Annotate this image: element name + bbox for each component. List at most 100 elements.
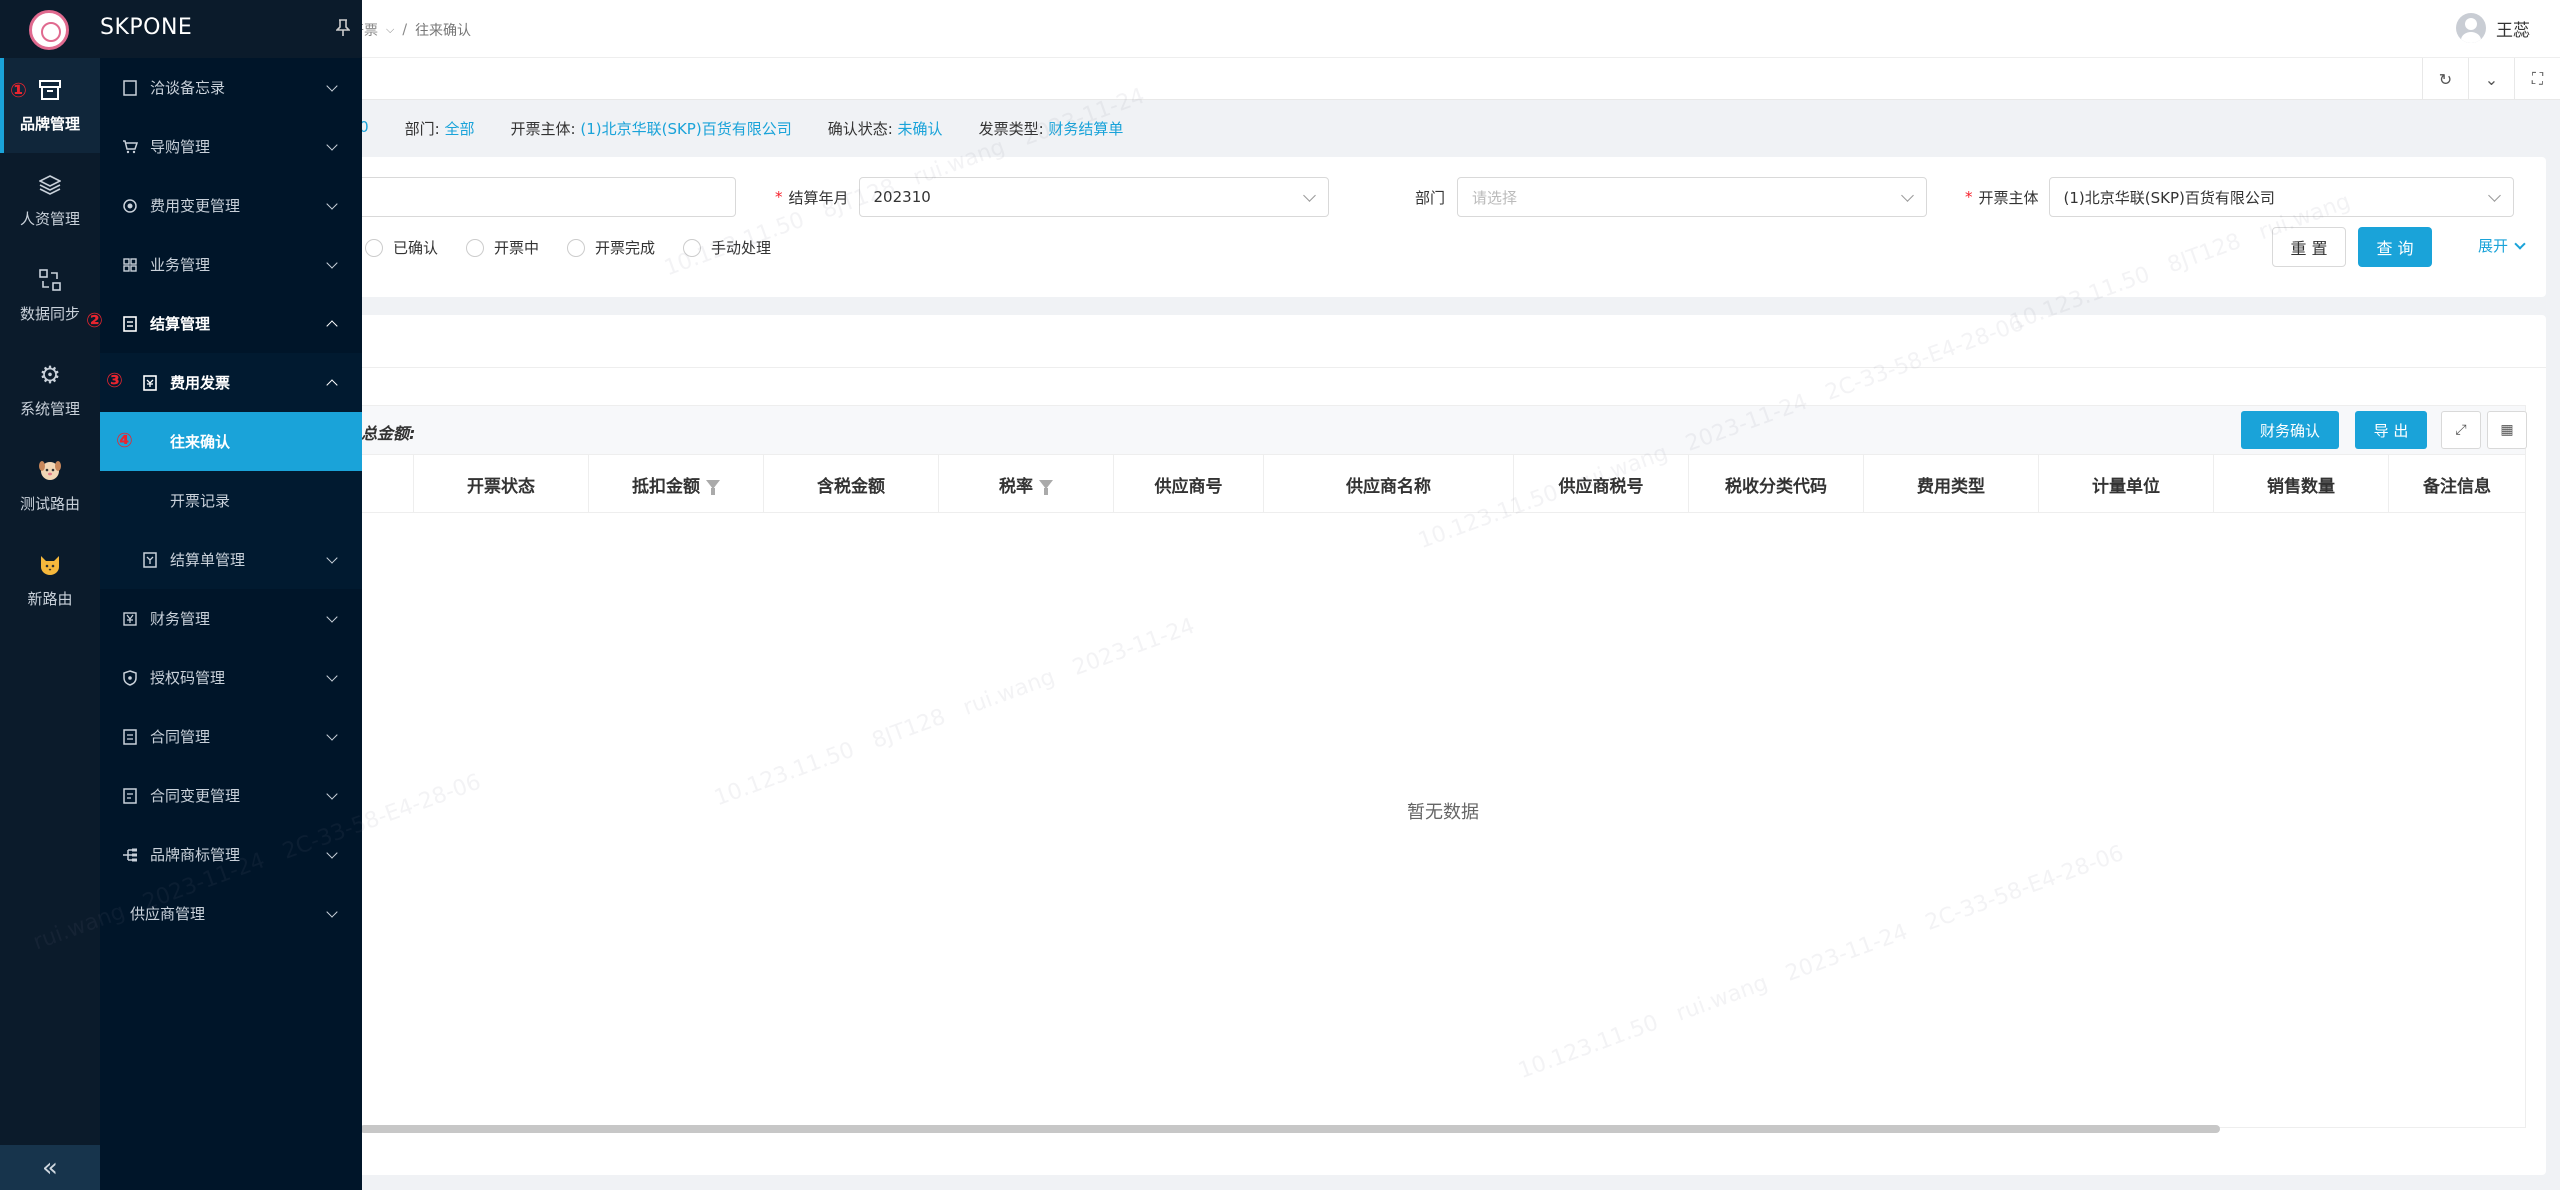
- status-radio-manual[interactable]: 手动处理: [683, 237, 771, 258]
- menu-item-auth-code[interactable]: 授权码管理: [100, 648, 362, 707]
- collapse-sidebar-icon[interactable]: «: [0, 1145, 100, 1190]
- menu-item-supplier[interactable]: 供应商管理: [100, 884, 362, 943]
- menu-item-invoice-records[interactable]: 开票记录: [100, 471, 362, 530]
- rail-item-new-route[interactable]: 新路由: [0, 533, 100, 628]
- filter-icon[interactable]: [706, 479, 720, 495]
- rail-item-hr[interactable]: 人资管理: [0, 153, 100, 248]
- search-button[interactable]: 查 询: [2358, 227, 2432, 267]
- export-button[interactable]: 导 出: [2355, 411, 2427, 449]
- grid-icon: [122, 257, 138, 273]
- status-radio-invoiced[interactable]: 开票完成: [567, 237, 655, 258]
- menu-item-shopping-guide[interactable]: 导购管理: [100, 117, 362, 176]
- entity-select[interactable]: (1)北京华联(SKP)百货有限公司: [2048, 177, 2514, 217]
- menu-item-business[interactable]: 业务管理: [100, 235, 362, 294]
- chevron-down-icon: [326, 906, 338, 918]
- chevron-down-icon: [326, 139, 338, 151]
- month-select[interactable]: 202310: [858, 177, 1329, 217]
- column-header[interactable]: 含税金额: [764, 455, 939, 513]
- rail-item-system[interactable]: ⚙ 系统管理: [0, 343, 100, 438]
- column-header[interactable]: 费用类型: [1864, 455, 2039, 513]
- document-icon: [122, 79, 138, 96]
- menu-item-finance[interactable]: 财务管理: [100, 589, 362, 648]
- menu-item-negotiation-memo[interactable]: 洽谈备忘录: [100, 58, 362, 117]
- grid-icon[interactable]: ▦: [2487, 411, 2527, 449]
- menu-item-account-confirm[interactable]: 往来确认: [100, 412, 362, 471]
- chevron-down-icon: [326, 552, 338, 564]
- chevron-down-icon: [326, 788, 338, 800]
- expand-toggle[interactable]: 展开: [2478, 235, 2526, 256]
- tabs-bar: ↻ ⌄ ⛶: [0, 58, 2560, 100]
- rail-item-sync[interactable]: 数据同步: [0, 248, 100, 343]
- total-amount-label: 总金额:: [361, 424, 416, 443]
- rail-item-brand[interactable]: 品牌管理: [0, 58, 100, 153]
- chevron-down-icon: [326, 80, 338, 92]
- dept-summary: 部门: 全部: [404, 120, 475, 138]
- status-radio-invoicing[interactable]: 开票中: [466, 237, 539, 258]
- menu-item-contract-change[interactable]: 合同变更管理: [100, 766, 362, 825]
- chevron-down-icon: [326, 670, 338, 682]
- status-radio-confirmed[interactable]: 已确认: [365, 237, 438, 258]
- menu-item-statement-management[interactable]: 结算单管理: [100, 530, 362, 589]
- menu-item-fee-change[interactable]: 费用变更管理: [100, 176, 362, 235]
- column-header[interactable]: 供应商税号: [1514, 455, 1689, 513]
- filter-icon[interactable]: [1039, 479, 1053, 495]
- invoice-icon: [142, 374, 158, 391]
- entity-label: 开票主体: [1978, 188, 2039, 207]
- sidebar-menu: 洽谈备忘录 导购管理 费用变更管理 业务管理 结算管理 费用发票 往来确认 开票…: [100, 58, 362, 1190]
- user-menu[interactable]: 王蕊: [2456, 13, 2530, 43]
- horizontal-scrollbar[interactable]: [360, 1125, 2220, 1133]
- menu-item-fee-invoice[interactable]: 费用发票: [100, 353, 362, 412]
- column-header[interactable]: 供应商号: [1114, 455, 1264, 513]
- reset-button[interactable]: 重 置: [2272, 227, 2346, 267]
- chevron-down-icon[interactable]: ⌵: [386, 23, 394, 37]
- column-header[interactable]: 税收分类代码: [1689, 455, 1864, 513]
- layers-icon: [37, 172, 63, 198]
- invoice-type-summary: 发票类型: 财务结算单: [978, 120, 1124, 138]
- brand-header: SKPONE: [0, 0, 362, 58]
- step-marker-1: ①: [10, 78, 27, 102]
- table-card: 总金额: 财务确认 导 出 ⤢ ▦ 开票状态 抵扣金额 含税金额 税率 供应商号…: [340, 315, 2546, 1175]
- gear-icon: ⚙: [39, 361, 61, 389]
- pin-icon[interactable]: [335, 19, 351, 37]
- chevron-down-icon: [1901, 189, 1914, 202]
- table-body: 暂无数据: [360, 513, 2526, 1128]
- tree-icon: [122, 847, 138, 863]
- fullscreen-icon[interactable]: ⛶: [2514, 58, 2560, 100]
- step-marker-4: ④: [116, 428, 133, 452]
- column-header[interactable]: 开票状态: [414, 455, 589, 513]
- menu-item-brand-trademark[interactable]: 品牌商标管理: [100, 825, 362, 884]
- menu-item-settlement[interactable]: 结算管理: [100, 294, 362, 353]
- tab-tools: ↻ ⌄ ⛶: [2422, 58, 2560, 100]
- cat-icon: [37, 552, 63, 578]
- breadcrumb: 开票 ⌵ / 往来确认: [350, 20, 471, 40]
- rail-item-test-route[interactable]: 测试路由: [0, 438, 100, 533]
- dept-label: 部门: [1415, 188, 1446, 207]
- column-header[interactable]: 抵扣金额: [589, 455, 764, 513]
- entity-summary: 开票主体: (1)北京华联(SKP)百货有限公司: [510, 120, 792, 138]
- month-field: * 结算年月 202310: [775, 177, 1329, 217]
- chevron-down-icon[interactable]: ⌄: [2468, 58, 2514, 100]
- query-summary: 310 部门: 全部 开票主体: (1)北京华联(SKP)百货有限公司 确认状态…: [340, 118, 1123, 139]
- logo: [29, 10, 69, 50]
- column-header[interactable]: 销售数量: [2214, 455, 2389, 513]
- shield-icon: [122, 669, 138, 686]
- invoice-icon: [122, 315, 138, 332]
- confirm-status-summary: 确认状态: 未确认: [827, 120, 943, 138]
- step-marker-3: ③: [106, 368, 123, 392]
- expand-icon[interactable]: ⤢: [2441, 411, 2481, 449]
- column-header[interactable]: 计量单位: [2039, 455, 2214, 513]
- yen-icon: [122, 611, 138, 627]
- dept-select[interactable]: 请选择: [1457, 177, 1928, 217]
- brand-name: SKPONE: [100, 15, 193, 40]
- refresh-icon[interactable]: ↻: [2422, 58, 2468, 100]
- empty-state: 暂无数据: [1407, 802, 1479, 823]
- column-header[interactable]: 备注信息: [2389, 455, 2526, 513]
- column-header[interactable]: 税率: [939, 455, 1114, 513]
- filter-input-hidden[interactable]: [340, 177, 736, 217]
- dept-field: 部门 请选择: [1415, 177, 1928, 217]
- breadcrumb-separator: /: [402, 22, 408, 38]
- finance-confirm-button[interactable]: 财务确认: [2241, 411, 2339, 449]
- step-marker-2: ②: [86, 308, 103, 332]
- column-header[interactable]: 供应商名称: [1264, 455, 1514, 513]
- menu-item-contract[interactable]: 合同管理: [100, 707, 362, 766]
